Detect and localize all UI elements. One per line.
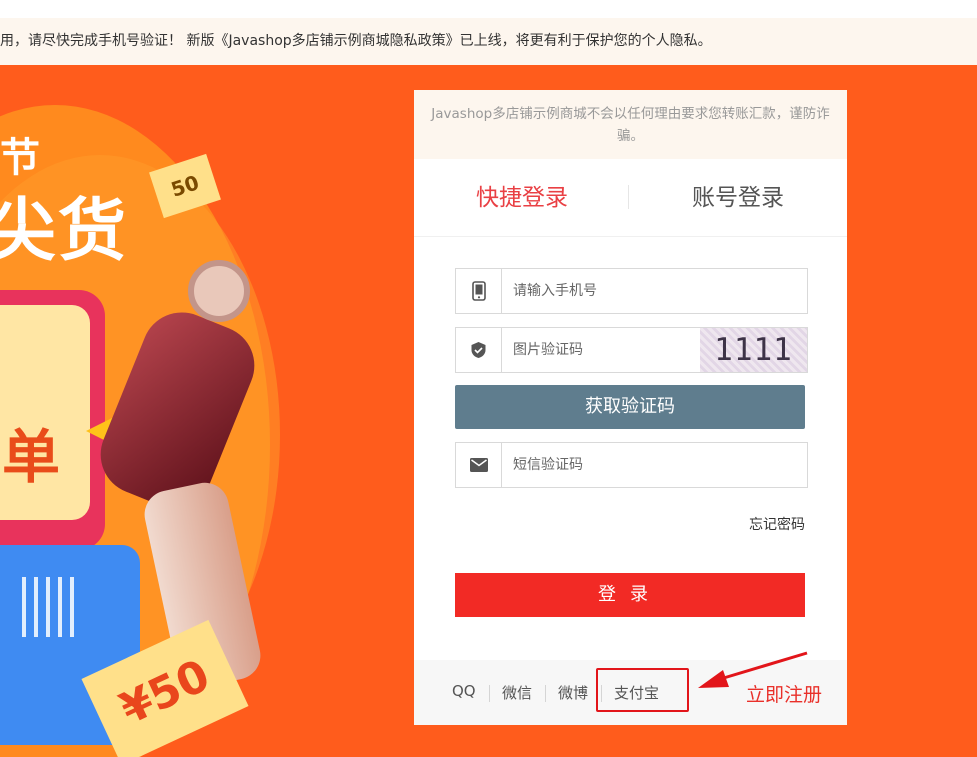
promo-blue-stripes (22, 577, 78, 637)
captcha-image[interactable]: 1111 (700, 328, 807, 372)
tab-quick-login[interactable]: 快捷登录 (414, 159, 630, 237)
notice-suffix: 》已上线，将更有利于保护您的个人隐私。 (445, 33, 712, 49)
notice-bar: 用，请尽快完成手机号验证！ 新版《Javashop多店铺示例商城隐私政策》已上线… (0, 18, 977, 65)
sms-code-input[interactable] (513, 443, 753, 487)
social-wechat-link[interactable]: 微信 (502, 682, 532, 703)
phone-icon (456, 269, 502, 313)
notice-prefix: 用，请尽快完成手机号验证！ 新版《 (0, 33, 229, 49)
register-link[interactable]: 立即注册 (746, 680, 822, 707)
tab-divider (628, 185, 629, 209)
get-code-button[interactable]: 获取验证码 (455, 385, 805, 429)
login-button[interactable]: 登录 (455, 573, 805, 617)
promo-card-text: 单 (2, 423, 61, 491)
social-separator (545, 685, 546, 702)
alipay-highlight-box (596, 668, 689, 712)
privacy-policy-link[interactable]: Javashop多店铺示例商城隐私政策 (228, 33, 445, 49)
sms-code-field (455, 442, 808, 488)
envelope-icon (456, 443, 502, 487)
tab-account-login[interactable]: 账号登录 (630, 159, 846, 237)
social-separator (489, 685, 490, 702)
security-notice: Javashop多店铺示例商城不会以任何理由要求您转账汇款，谨防诈骗。 (414, 90, 847, 159)
phone-input[interactable] (513, 269, 753, 313)
social-weibo-link[interactable]: 微博 (558, 682, 588, 703)
forgot-password-link[interactable]: 忘记密码 (749, 514, 805, 534)
shield-icon (456, 328, 502, 372)
phone-field (455, 268, 808, 314)
promo-title-big: 尖货 (0, 192, 129, 271)
image-code-field: 1111 (455, 327, 808, 373)
login-tabs: 快捷登录 账号登录 (414, 159, 847, 237)
login-card: Javashop多店铺示例商城不会以任何理由要求您转账汇款，谨防诈骗。 快捷登录… (414, 90, 847, 725)
social-qq-link[interactable]: QQ (452, 682, 476, 700)
product-bottle-cap (188, 260, 250, 322)
